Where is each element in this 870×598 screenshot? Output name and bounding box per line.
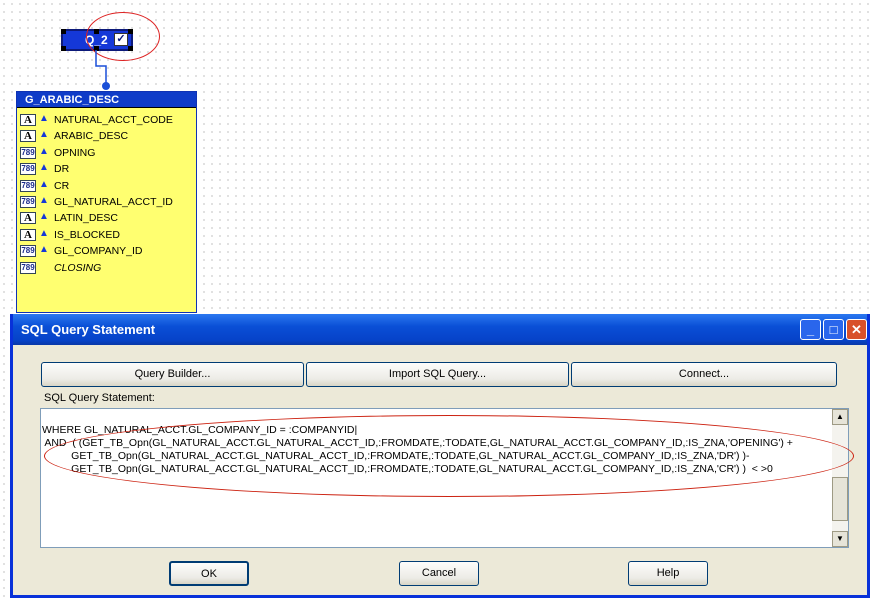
sql-statement-label: SQL Query Statement: xyxy=(44,392,155,404)
character-type-icon: A xyxy=(20,130,36,143)
selection-handle[interactable] xyxy=(61,46,66,51)
number-type-icon: 789 xyxy=(20,179,36,192)
group-title[interactable]: G_ARABIC_DESC xyxy=(17,92,196,108)
character-type-icon: A xyxy=(20,212,36,225)
character-type-icon: A xyxy=(20,228,36,241)
vertical-scrollbar[interactable]: ▲ ▼ xyxy=(832,409,848,547)
break-arrow-icon: ▲ xyxy=(39,162,49,174)
number-type-icon: 789 xyxy=(20,245,36,258)
group-column-row[interactable]: 789 CLOSING xyxy=(20,260,194,276)
column-name: CR xyxy=(54,179,70,192)
help-button[interactable]: Help xyxy=(628,561,708,586)
break-arrow-icon: ▲ xyxy=(39,227,49,239)
connect-button[interactable]: Connect... xyxy=(571,362,837,387)
minimize-icon: _ xyxy=(806,322,815,337)
dialog-title: SQL Query Statement xyxy=(21,322,156,337)
column-name: NATURAL_ACCT_CODE xyxy=(54,114,173,126)
close-button[interactable]: ✕ xyxy=(846,319,867,340)
break-arrow-icon: ▲ xyxy=(39,178,49,190)
sql-query-dialog: SQL Query Statement _ □ ✕ Query Builder.… xyxy=(10,314,870,598)
selection-handle[interactable] xyxy=(61,29,66,34)
group-column-row[interactable]: 789 ▲ GL_NATURAL_ACCT_ID xyxy=(20,194,194,210)
group-column-row[interactable]: 789 ▲ GL_COMPANY_ID xyxy=(20,243,194,259)
scroll-down-icon[interactable]: ▼ xyxy=(832,531,848,547)
minimize-button[interactable]: _ xyxy=(800,319,821,340)
number-type-icon: 789 xyxy=(20,196,36,208)
query-builder-button[interactable]: Query Builder... xyxy=(41,362,304,387)
group-column-row[interactable]: A ▲ IS_BLOCKED xyxy=(20,227,194,243)
data-group[interactable]: G_ARABIC_DESC A ▲ NATURAL_ACCT_CODE A ▲ ARABI… xyxy=(16,91,197,313)
ok-button[interactable]: OK xyxy=(169,561,249,586)
maximize-icon: □ xyxy=(829,322,838,337)
break-arrow-icon: ▲ xyxy=(39,113,49,124)
group-column-row[interactable]: 789 ▲ OPNING xyxy=(20,145,194,161)
break-arrow-icon: ▲ xyxy=(39,211,49,223)
column-name: DR xyxy=(54,163,70,176)
column-name: IS_BLOCKED xyxy=(54,228,120,241)
break-arrow-icon: ▲ xyxy=(39,129,49,141)
break-arrow-icon: ▲ xyxy=(39,244,49,256)
column-name: LATIN_DESC xyxy=(54,212,118,225)
maximize-button[interactable]: □ xyxy=(823,319,844,340)
number-type-icon: 789 xyxy=(20,261,36,274)
link-connector xyxy=(95,50,110,90)
character-type-icon: A xyxy=(20,114,36,126)
group-column-row[interactable]: A ▲ LATIN_DESC xyxy=(20,210,194,226)
number-type-icon: 789 xyxy=(20,146,36,159)
dialog-titlebar[interactable]: SQL Query Statement xyxy=(13,314,867,345)
column-name: GL_NATURAL_ACCT_ID xyxy=(54,196,173,208)
column-name: CLOSING xyxy=(54,261,102,274)
group-column-row[interactable]: 789 ▲ DR xyxy=(20,161,194,177)
group-column-row[interactable]: A ▲ ARABIC_DESC xyxy=(20,128,194,144)
column-name: GL_COMPANY_ID xyxy=(54,245,143,258)
number-type-icon: 789 xyxy=(20,163,36,176)
break-arrow-icon: ▲ xyxy=(39,145,49,157)
break-arrow-icon: ▲ xyxy=(39,195,49,206)
column-name: OPNING xyxy=(54,146,96,159)
annotation-ellipse xyxy=(44,415,854,497)
scroll-up-icon[interactable]: ▲ xyxy=(832,409,848,425)
column-name: ARABIC_DESC xyxy=(54,130,129,143)
import-sql-query-button[interactable]: Import SQL Query... xyxy=(306,362,569,387)
group-column-row[interactable]: 789 ▲ CR xyxy=(20,178,194,194)
close-icon: ✕ xyxy=(851,322,862,337)
group-column-row[interactable]: A ▲ NATURAL_ACCT_CODE xyxy=(20,112,194,128)
cancel-button[interactable]: Cancel xyxy=(399,561,479,586)
scrollbar-thumb[interactable] xyxy=(832,477,848,521)
